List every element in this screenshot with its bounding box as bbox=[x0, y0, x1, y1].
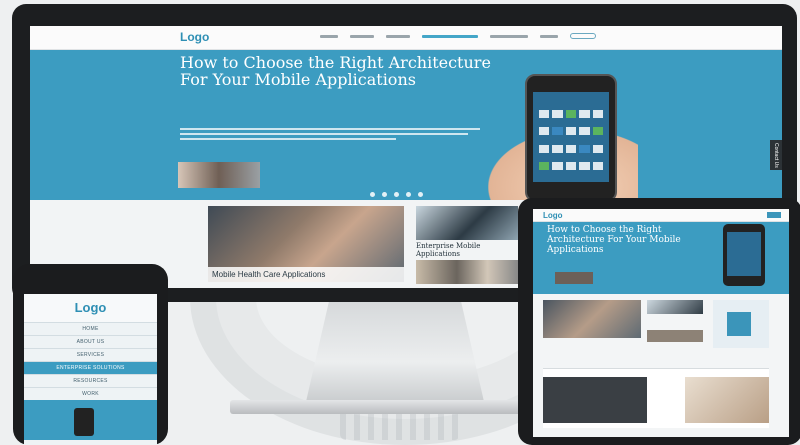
tablet-bottom-row bbox=[543, 368, 769, 428]
tablet-menu-icon[interactable] bbox=[767, 212, 781, 218]
phone-device: Logo HOME ABOUT US SERVICES ENTERPRISE SOLU… bbox=[13, 264, 168, 445]
tablet-hero-thumbnail[interactable] bbox=[555, 272, 593, 284]
slider-dot[interactable] bbox=[418, 192, 423, 197]
social-icon[interactable] bbox=[570, 33, 596, 39]
hero-phone-image bbox=[525, 74, 617, 202]
tablet-sidebar-widget[interactable] bbox=[713, 300, 769, 348]
tablet-nav: Logo bbox=[533, 209, 789, 222]
nav-link-services[interactable] bbox=[386, 35, 410, 38]
tablet-hero-title: How to Choose the Right Architecture For… bbox=[547, 225, 681, 255]
tablet-side-card[interactable] bbox=[647, 300, 703, 314]
slider-dots bbox=[370, 192, 423, 197]
side-card-image-2[interactable] bbox=[416, 260, 518, 284]
phone-hero bbox=[24, 400, 157, 440]
phone-menu-item[interactable]: SERVICES bbox=[24, 348, 157, 361]
phone-screen: Logo HOME ABOUT US SERVICES ENTERPRISE SOLU… bbox=[24, 294, 157, 445]
slider-dot[interactable] bbox=[394, 192, 399, 197]
nav-link-resources[interactable] bbox=[490, 35, 528, 38]
tablet-content bbox=[533, 294, 789, 437]
tablet-logo[interactable]: Logo bbox=[543, 211, 563, 220]
monitor-stand bbox=[305, 296, 485, 406]
contact-tab[interactable]: Contact Us bbox=[770, 140, 782, 170]
hero-author-thumbnail[interactable] bbox=[178, 162, 260, 188]
tablet-screen: Logo How to Choose the Right Architectur… bbox=[533, 209, 789, 437]
tablet-hero-phone-image bbox=[723, 224, 765, 286]
slider-dot[interactable] bbox=[382, 192, 387, 197]
hero-description bbox=[180, 128, 480, 143]
tablet-hero: How to Choose the Right Architecture For… bbox=[533, 222, 789, 294]
hero-title: How to Choose the Right Architecture For… bbox=[180, 53, 491, 89]
tablet-side-card-2[interactable] bbox=[647, 330, 703, 342]
tablet-device: Logo How to Choose the Right Architectur… bbox=[518, 198, 800, 445]
phone-logo[interactable]: Logo bbox=[24, 294, 157, 322]
monitor-base bbox=[230, 400, 550, 414]
nav-link-enterprise[interactable] bbox=[422, 35, 478, 38]
desktop-nav: Logo bbox=[30, 26, 782, 50]
phone-menu: HOME ABOUT US SERVICES ENTERPRISE SOLUTIONS… bbox=[24, 322, 157, 400]
tablet-bottom-card[interactable] bbox=[543, 377, 647, 423]
phone-menu-item[interactable]: RESOURCES bbox=[24, 374, 157, 387]
phone-menu-item[interactable]: ENTERPRISE SOLUTIONS bbox=[24, 361, 157, 374]
featured-card[interactable]: Mobile Health Care Applications bbox=[208, 206, 404, 282]
featured-caption: Mobile Health Care Applications bbox=[208, 267, 404, 282]
calendar-app-screen bbox=[533, 92, 609, 182]
nav-link-work[interactable] bbox=[540, 35, 558, 38]
slider-dot[interactable] bbox=[370, 192, 375, 197]
phone-menu-item[interactable]: WORK bbox=[24, 387, 157, 400]
nav-link-home[interactable] bbox=[320, 35, 338, 38]
tablet-bottom-card-2[interactable] bbox=[685, 377, 769, 423]
desktop-logo[interactable]: Logo bbox=[180, 30, 209, 44]
tablet-featured-card[interactable] bbox=[543, 300, 641, 338]
side-card-title[interactable]: Enterprise Mobile Applications bbox=[416, 242, 518, 258]
desktop-nav-links bbox=[320, 33, 596, 39]
nav-link-about[interactable] bbox=[350, 35, 374, 38]
phone-menu-item[interactable]: HOME bbox=[24, 322, 157, 335]
phone-menu-item[interactable]: ABOUT US bbox=[24, 335, 157, 348]
desktop-hero: How to Choose the Right Architecture For… bbox=[30, 50, 782, 225]
slider-dot[interactable] bbox=[406, 192, 411, 197]
side-card-image[interactable] bbox=[416, 206, 518, 240]
